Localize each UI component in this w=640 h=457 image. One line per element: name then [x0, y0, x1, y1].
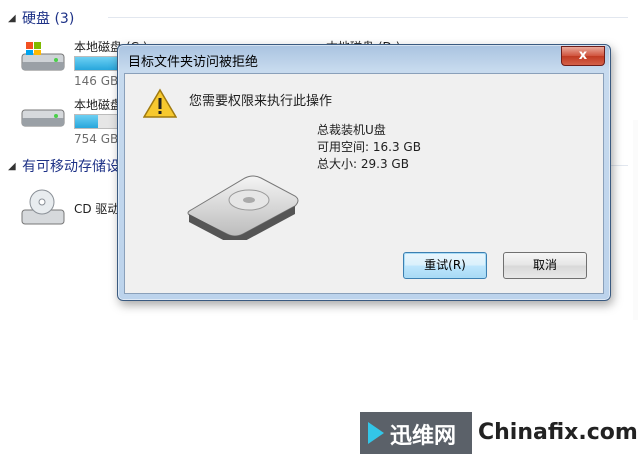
scrollbar[interactable]: [633, 120, 638, 320]
hard-disks-header: 硬盘 (3): [22, 11, 75, 27]
warning-icon: [143, 88, 177, 118]
watermark-brand-en: Chinafix.com: [478, 420, 638, 445]
cd-drive-icon: [21, 189, 65, 225]
watermark: 迅维网 Chinafix.com: [360, 412, 640, 457]
close-button[interactable]: x: [561, 46, 605, 66]
drive-size: 146 GB: [74, 74, 119, 88]
arrow-logo-icon: [368, 422, 384, 444]
drive-name: 本地磁盘: [74, 98, 123, 112]
device-info: 总裁装机U盘 可用空间: 16.3 GB 总大小: 29.3 GB: [317, 122, 421, 173]
total-size: 总大小: 29.3 GB: [317, 157, 409, 171]
collapse-chevron-icon[interactable]: ◢: [8, 161, 20, 172]
hard-disks-group-header[interactable]: ◢ 硬盘 (3): [8, 8, 628, 28]
usb-drive-icon: [187, 175, 299, 240]
access-denied-dialog: 目标文件夹访问被拒绝 x 您需要权限来执行此操作 总裁装机U盘 可用空间: 16…: [117, 44, 611, 301]
cancel-button[interactable]: 取消: [503, 252, 587, 279]
retry-button[interactable]: 重试(R): [403, 252, 487, 279]
device-name: 总裁装机U盘: [317, 123, 386, 137]
windows-drive-icon: [21, 42, 65, 71]
collapse-chevron-icon[interactable]: ◢: [8, 13, 20, 24]
watermark-logo: 迅维网: [360, 412, 472, 454]
removable-group-header[interactable]: ◢ 有可移动存储设: [8, 156, 628, 176]
group-divider: [108, 17, 628, 18]
dialog-message: 您需要权限来执行此操作: [189, 94, 333, 109]
drive-size: 754 GB: [74, 132, 119, 146]
free-space: 可用空间: 16.3 GB: [317, 140, 421, 154]
hard-drive-icon: [21, 109, 65, 127]
removable-header: 有可移动存储设: [22, 159, 120, 175]
watermark-brand-cn: 迅维网: [390, 424, 457, 449]
dialog-body: 您需要权限来执行此操作 总裁装机U盘 可用空间: 16.3 GB 总大小: 29…: [124, 73, 604, 294]
drive-name: CD 驱动: [74, 202, 120, 216]
dialog-title: 目标文件夹访问被拒绝: [128, 55, 259, 70]
